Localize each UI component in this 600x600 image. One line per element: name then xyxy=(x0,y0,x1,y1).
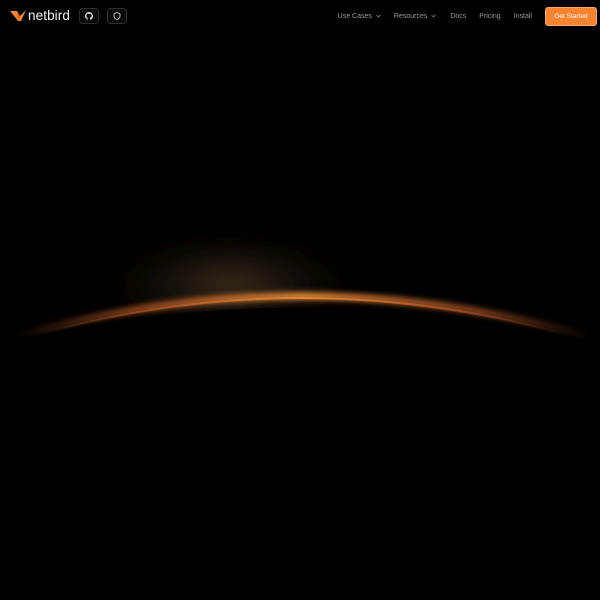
top-nav-bar: netbird Use Cases Resources Docs Pricing… xyxy=(0,0,600,32)
netbird-bird-icon xyxy=(10,10,26,21)
netbird-logo[interactable]: netbird xyxy=(10,6,70,26)
nav-pricing-label: Pricing xyxy=(479,12,501,20)
get-started-label: Get Started xyxy=(554,12,588,20)
get-started-button[interactable]: Get Started xyxy=(545,6,597,26)
nav-pricing[interactable]: Pricing xyxy=(479,13,500,20)
nav-use-cases[interactable]: Use Cases xyxy=(338,13,381,20)
nav-install-label: Install xyxy=(513,12,532,20)
nav-use-cases-label: Use Cases xyxy=(337,12,372,20)
github-icon xyxy=(84,12,93,20)
nav-docs[interactable]: Docs xyxy=(450,13,466,20)
security-button[interactable] xyxy=(106,8,127,24)
shield-icon xyxy=(113,12,121,20)
horizon-glow xyxy=(0,214,600,600)
chevron-down-icon xyxy=(431,14,437,18)
nav-docs-label: Docs xyxy=(450,12,467,20)
landing-page: netbird Use Cases Resources Docs Pricing… xyxy=(0,0,600,600)
chevron-down-icon xyxy=(376,14,381,18)
brand-name: netbird xyxy=(28,8,70,24)
nav-resources-label: Resources xyxy=(393,12,428,20)
nav-install[interactable]: Install xyxy=(514,13,532,20)
main-nav: Use Cases Resources Docs Pricing Install xyxy=(338,0,597,32)
github-button[interactable] xyxy=(78,8,99,24)
nav-resources[interactable]: Resources xyxy=(393,12,437,20)
